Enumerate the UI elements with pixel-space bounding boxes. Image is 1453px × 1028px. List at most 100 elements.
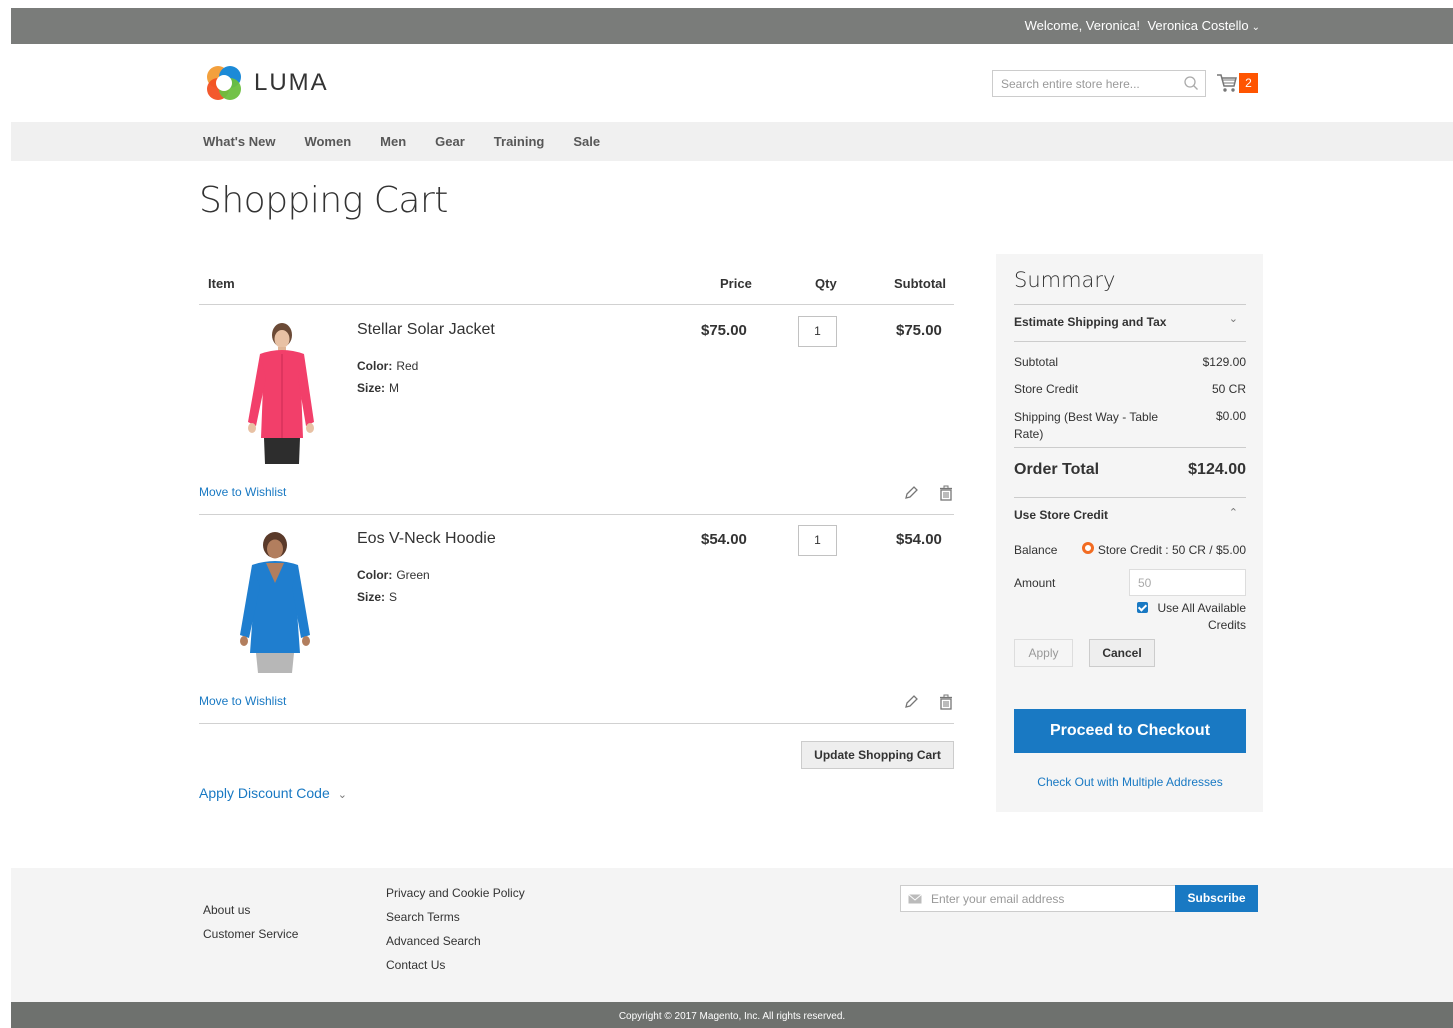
estimate-shipping-toggle[interactable]: Estimate Shipping and Tax: [1014, 315, 1166, 329]
apply-credit-button[interactable]: Apply: [1014, 639, 1073, 667]
subtotal-value: $129.00: [1202, 355, 1246, 369]
cart-icon[interactable]: [1216, 72, 1238, 94]
trash-icon[interactable]: [938, 694, 954, 710]
order-summary: Summary Estimate Shipping and Tax ⌄ Subt…: [996, 254, 1263, 812]
item-subtotal: $54.00: [896, 531, 942, 548]
option-value: M: [389, 381, 400, 395]
divider: [1014, 341, 1246, 342]
chevron-down-icon[interactable]: ⌄: [1229, 312, 1238, 325]
footer-link-customer-service[interactable]: Customer Service: [203, 927, 298, 941]
nav-item-gear[interactable]: Gear: [435, 134, 465, 149]
envelope-icon: [908, 894, 922, 904]
newsletter-email-input[interactable]: Enter your email address: [900, 885, 1176, 912]
chevron-up-icon[interactable]: ⌃: [1229, 506, 1238, 519]
footer-link-contact-us[interactable]: Contact Us: [386, 958, 445, 972]
product-image-eos-v-neck-hoodie[interactable]: [200, 527, 340, 677]
product-option-size: Size: S: [357, 590, 397, 604]
welcome-message: Welcome, Veronica!: [1024, 18, 1140, 33]
divider: [199, 304, 954, 305]
footer-link-privacy-policy[interactable]: Privacy and Cookie Policy: [386, 886, 525, 900]
nav-item-men[interactable]: Men: [380, 134, 406, 149]
main-navigation: What's New Women Men Gear Training Sale: [11, 122, 1453, 161]
proceed-to-checkout-button[interactable]: Proceed to Checkout: [1014, 709, 1246, 753]
product-option-color: Color: Green: [357, 568, 430, 582]
subtotal-label: Subtotal: [1014, 355, 1059, 369]
cart-count-badge[interactable]: 2: [1239, 73, 1258, 93]
column-header-price: Price: [720, 276, 752, 291]
move-to-wishlist-link[interactable]: Move to Wishlist: [199, 485, 286, 499]
balance-label: Balance: [1014, 543, 1058, 557]
nav-item-training[interactable]: Training: [494, 134, 545, 149]
move-to-wishlist-link[interactable]: Move to Wishlist: [199, 694, 286, 708]
search-input[interactable]: Search entire store here...: [992, 70, 1206, 97]
option-label: Size:: [357, 381, 386, 395]
account-name: Veronica Costello: [1147, 18, 1249, 33]
search-icon[interactable]: [1183, 75, 1199, 91]
edit-icon[interactable]: [903, 694, 919, 710]
chevron-down-icon: ⌄: [337, 789, 347, 801]
product-option-color: Color: Red: [357, 359, 418, 373]
option-value: Green: [396, 568, 430, 582]
product-name[interactable]: Eos V-Neck Hoodie: [357, 530, 496, 548]
multiple-addresses-link[interactable]: Check Out with Multiple Addresses: [1014, 775, 1246, 789]
divider: [199, 723, 954, 724]
nav-item-whats-new[interactable]: What's New: [203, 134, 275, 149]
qty-input[interactable]: 1: [798, 525, 837, 556]
use-all-credits-label[interactable]: Use All Available Credits: [1154, 600, 1247, 634]
option-label: Size:: [357, 590, 386, 604]
qty-input[interactable]: 1: [798, 316, 837, 347]
option-label: Color:: [357, 359, 393, 373]
shipping-value: $0.00: [1215, 409, 1246, 423]
brand-name: LUMA: [254, 69, 329, 96]
column-header-qty: Qty: [815, 276, 837, 291]
option-label: Color:: [357, 568, 393, 582]
product-image-stellar-solar-jacket[interactable]: [200, 318, 340, 468]
account-menu[interactable]: Veronica Costello ⌄: [1147, 18, 1260, 33]
site-header: LUMA Search entire store here... 2: [11, 44, 1453, 122]
column-header-subtotal: Subtotal: [894, 276, 946, 291]
email-placeholder: Enter your email address: [931, 892, 1065, 906]
product-option-size: Size: M: [357, 381, 399, 395]
nav-item-sale[interactable]: Sale: [573, 134, 600, 149]
trash-icon[interactable]: [938, 485, 954, 501]
store-credit-label: Store Credit: [1014, 382, 1079, 396]
column-header-item: Item: [208, 276, 235, 291]
cancel-credit-button[interactable]: Cancel: [1089, 639, 1155, 667]
divider: [1014, 447, 1246, 448]
order-total-label: Order Total: [1014, 461, 1100, 478]
summary-title: Summary: [1014, 268, 1116, 292]
footer-link-about-us[interactable]: About us: [203, 903, 250, 917]
page-margin: [0, 0, 11, 1028]
divider: [1014, 304, 1246, 305]
update-shopping-cart-button[interactable]: Update Shopping Cart: [801, 741, 954, 769]
search-placeholder: Search entire store here...: [1001, 77, 1140, 91]
logo[interactable]: LUMA: [204, 63, 329, 103]
subscribe-button[interactable]: Subscribe: [1175, 885, 1258, 912]
product-name[interactable]: Stellar Solar Jacket: [357, 321, 495, 339]
site-footer: About us Customer Service Privacy and Co…: [11, 868, 1453, 1002]
luma-logo-icon: [207, 66, 241, 100]
page-title: Shopping Cart: [199, 180, 448, 221]
top-bar: Welcome, Veronica! Veronica Costello ⌄: [11, 8, 1453, 44]
item-subtotal: $75.00: [896, 322, 942, 339]
item-price: $75.00: [701, 322, 747, 339]
edit-icon[interactable]: [903, 485, 919, 501]
divider: [199, 514, 954, 515]
balance-value: Store Credit : 50 CR / $5.00: [1097, 543, 1246, 557]
item-price: $54.00: [701, 531, 747, 548]
shipping-label: Shipping (Best Way - Table Rate): [1014, 410, 1159, 441]
copyright-bar: Copyright © 2017 Magento, Inc. All right…: [11, 1002, 1453, 1028]
store-credit-value: 50 CR: [1211, 382, 1246, 396]
order-total-value: $124.00: [1188, 461, 1246, 478]
apply-discount-code-toggle[interactable]: Apply Discount Code ⌄: [199, 785, 347, 801]
option-value: S: [389, 590, 398, 604]
footer-link-search-terms[interactable]: Search Terms: [386, 910, 460, 924]
discount-label: Apply Discount Code: [199, 785, 330, 801]
option-value: Red: [396, 359, 419, 373]
footer-link-advanced-search[interactable]: Advanced Search: [386, 934, 481, 948]
divider: [1014, 497, 1246, 498]
checkbox-checked-icon[interactable]: [1137, 602, 1148, 613]
nav-item-women[interactable]: Women: [304, 134, 351, 149]
use-store-credit-toggle[interactable]: Use Store Credit: [1014, 508, 1108, 522]
amount-input[interactable]: 50: [1129, 569, 1246, 596]
